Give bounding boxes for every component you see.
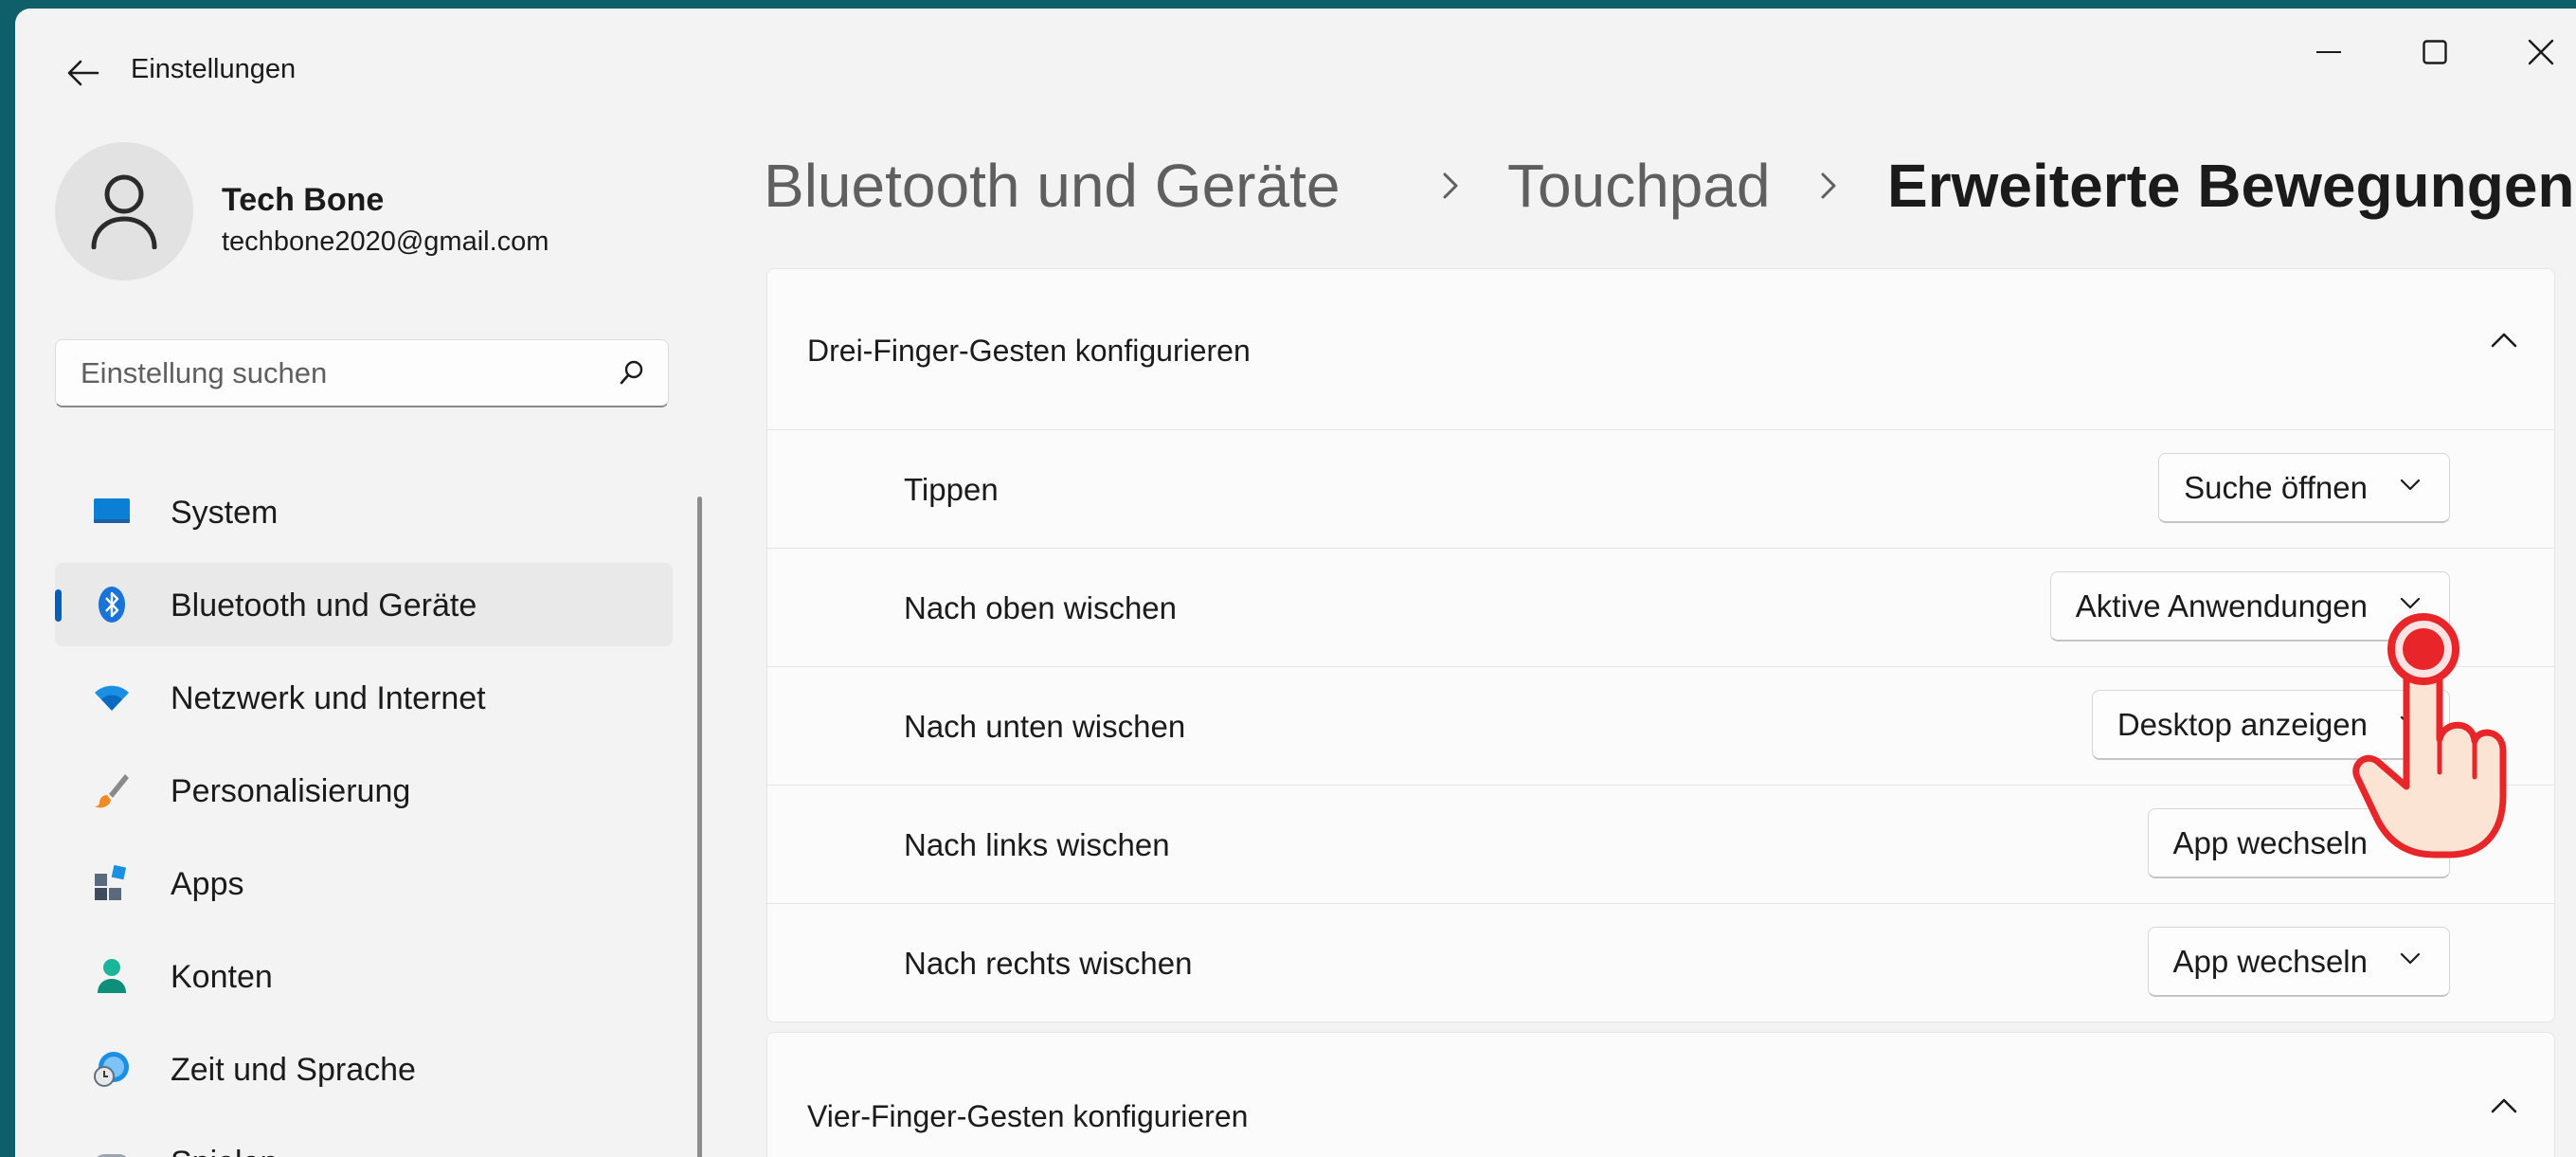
- section-title: Drei-Finger-Gesten konfigurieren: [807, 334, 1251, 368]
- avatar[interactable]: [55, 142, 193, 280]
- sidebar-item-label: Konten: [171, 959, 273, 995]
- brush-icon: [95, 774, 129, 808]
- three-finger-header[interactable]: Drei-Finger-Gesten konfigurieren: [767, 269, 2554, 429]
- chevron-right-icon: [1443, 172, 1458, 199]
- gesture-dropdown[interactable]: App wechseln: [2147, 927, 2450, 997]
- three-finger-gestures-card: Drei-Finger-Gesten konfigurieren Tippen …: [766, 268, 2555, 1022]
- back-button[interactable]: [49, 39, 117, 107]
- chevron-right-icon: [1821, 172, 1836, 199]
- dropdown-value: App wechseln: [2172, 824, 2368, 860]
- search-input[interactable]: [79, 340, 613, 407]
- gesture-row-tap: Tippen Suche öffnen: [767, 429, 2554, 548]
- chevron-down-icon: [2400, 479, 2421, 491]
- globe-clock-icon: [94, 1052, 129, 1087]
- chevron-up-icon[interactable]: [2490, 1097, 2518, 1114]
- gesture-row-swipe-right: Nach rechts wischen App wechseln: [767, 903, 2554, 1021]
- bluetooth-icon: [99, 587, 125, 623]
- minimize-button[interactable]: [2276, 14, 2382, 90]
- chevron-up-icon[interactable]: [2490, 332, 2518, 349]
- four-finger-gestures-card: Vier-Finger-Gesten konfigurieren: [766, 1032, 2555, 1157]
- sidebar-item-label: Personalisierung: [171, 773, 411, 809]
- sidebar-item-bluetooth[interactable]: Bluetooth und Geräte: [55, 563, 673, 646]
- breadcrumb-item[interactable]: Bluetooth und Geräte: [764, 151, 1340, 221]
- gesture-row-swipe-up: Nach oben wischen Aktive Anwendungen: [767, 548, 2554, 666]
- sidebar-item-gaming[interactable]: Spielen: [55, 1120, 673, 1157]
- gesture-label: Nach rechts wischen: [904, 946, 1193, 981]
- sidebar-item-apps[interactable]: Apps: [55, 841, 673, 925]
- page-title: Erweiterte Bewegungen: [1887, 152, 2575, 220]
- user-email: techbone2020@gmail.com: [222, 226, 549, 257]
- sidebar-item-label: Zeit und Sprache: [171, 1052, 416, 1088]
- sidebar-item-personalization[interactable]: Personalisierung: [55, 749, 673, 832]
- pointing-hand-icon: [2352, 613, 2507, 859]
- sidebar-item-label: System: [171, 495, 279, 531]
- maximize-button[interactable]: [2382, 14, 2488, 90]
- back-arrow-icon: [67, 60, 99, 86]
- gesture-row-swipe-left: Nach links wischen App wechseln: [767, 785, 2554, 903]
- gamepad-icon: [97, 1154, 127, 1157]
- section-title: Vier-Finger-Gesten konfigurieren: [807, 1099, 1249, 1133]
- gesture-label: Tippen: [904, 472, 999, 507]
- selection-indicator: [55, 589, 62, 622]
- settings-search[interactable]: [55, 339, 669, 407]
- title-bar: Einstellungen: [15, 9, 2576, 122]
- monitor-icon: [94, 498, 130, 523]
- dropdown-value: Desktop anzeigen: [2117, 706, 2368, 742]
- close-icon: [2528, 39, 2554, 65]
- four-finger-header[interactable]: Vier-Finger-Gesten konfigurieren: [767, 1033, 2554, 1157]
- maximize-icon: [2423, 40, 2447, 64]
- close-button[interactable]: [2488, 14, 2576, 90]
- sidebar-item-label: Netzwerk und Internet: [171, 680, 486, 716]
- search-icon[interactable]: [619, 359, 645, 386]
- app-title: Einstellungen: [131, 54, 297, 84]
- gesture-dropdown[interactable]: Suche öffnen: [2158, 453, 2450, 523]
- gesture-label: Nach links wischen: [904, 827, 1170, 862]
- gesture-label: Nach oben wischen: [904, 590, 1178, 625]
- chevron-down-icon: [2400, 952, 2421, 965]
- breadcrumb-item[interactable]: Touchpad: [1507, 151, 1771, 221]
- dropdown-value: App wechseln: [2172, 943, 2368, 979]
- settings-window: Einstellungen Tech Bone techbone2020@gma…: [15, 9, 2576, 1157]
- person-icon: [91, 174, 157, 249]
- gesture-label: Nach unten wischen: [904, 709, 1186, 744]
- sidebar-item-label: Apps: [171, 866, 244, 902]
- apps-icon: [95, 864, 127, 900]
- sidebar-scrollbar[interactable]: [697, 497, 702, 1157]
- gesture-row-swipe-down: Nach unten wischen Desktop anzeigen: [767, 666, 2554, 785]
- sidebar-item-network[interactable]: Netzwerk und Internet: [55, 656, 673, 739]
- person-icon: [98, 959, 126, 993]
- dropdown-value: Suche öffnen: [2184, 469, 2368, 505]
- user-name: Tech Bone: [222, 182, 385, 218]
- sidebar-item-system[interactable]: System: [55, 470, 673, 553]
- minimize-icon: [2316, 51, 2341, 53]
- sidebar-item-label: Bluetooth und Geräte: [171, 588, 477, 624]
- dropdown-value: Aktive Anwendungen: [2075, 588, 2368, 624]
- sidebar-item-accounts[interactable]: Konten: [55, 934, 673, 1018]
- wifi-icon: [95, 685, 129, 711]
- sidebar-item-label: Spielen: [171, 1145, 278, 1157]
- sidebar-item-time-language[interactable]: Zeit und Sprache: [55, 1027, 673, 1111]
